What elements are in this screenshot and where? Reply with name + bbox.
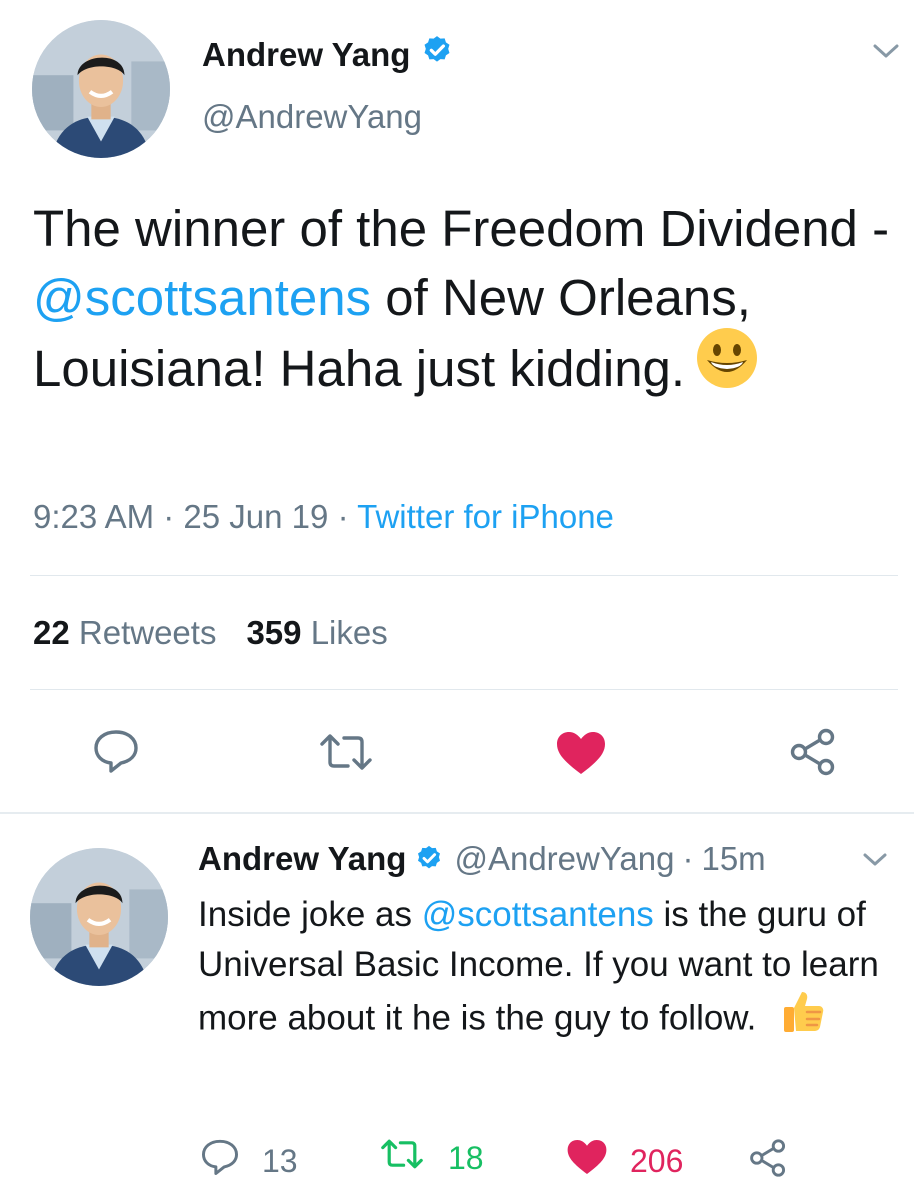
- reply-icon[interactable]: [92, 728, 140, 779]
- mention-link[interactable]: @scottsantens: [422, 895, 654, 934]
- reply-author-avatar[interactable]: [30, 848, 168, 986]
- tweet-metadata: 9:23 AM · 25 Jun 19 · Twitter for iPhone: [33, 498, 614, 536]
- reply-count: 13: [262, 1142, 298, 1179]
- divider: [30, 575, 898, 576]
- chevron-down-icon[interactable]: [862, 852, 888, 873]
- thumbs-up-icon: [780, 988, 826, 1048]
- retweet-label: Retweets: [78, 614, 217, 651]
- retweet-icon: [378, 1138, 426, 1178]
- reply-header: Andrew Yang @AndrewYang · 15m: [198, 840, 766, 878]
- share-icon: [748, 1138, 788, 1186]
- avatar-photo-icon: [32, 20, 170, 158]
- heart-icon: [566, 1138, 608, 1184]
- share-icon[interactable]: [788, 728, 838, 781]
- retweet-count: 18: [448, 1139, 484, 1176]
- tweet-text: The winner of the Freedom Dividend - @sc…: [33, 194, 893, 413]
- reply-reply-action[interactable]: 13: [200, 1138, 298, 1184]
- tweet-detail-page: Andrew Yang @AndrewYang The winner of th…: [0, 0, 914, 1200]
- reply-time[interactable]: 15m: [701, 840, 765, 878]
- author-name-row[interactable]: Andrew Yang: [202, 34, 454, 76]
- engagement-stats: 22 Retweets 359 Likes: [33, 614, 388, 652]
- separator-dot: ·: [163, 498, 184, 535]
- like-label: Likes: [310, 614, 388, 651]
- reply-like-action[interactable]: 206: [566, 1138, 683, 1184]
- reply-share-action[interactable]: [748, 1138, 788, 1186]
- reply-text-part: Inside joke as: [198, 895, 422, 934]
- avatar-photo-icon: [30, 848, 168, 986]
- like-count: 359: [246, 614, 302, 651]
- retweet-icon[interactable]: [316, 732, 376, 777]
- retweet-count: 22: [33, 614, 70, 651]
- author-handle[interactable]: @AndrewYang: [202, 98, 422, 136]
- reply-author-handle[interactable]: @AndrewYang: [454, 840, 674, 878]
- reply-retweet-action[interactable]: 18: [378, 1138, 484, 1178]
- verified-badge-icon: [414, 844, 444, 874]
- tweet-text-part: The winner of the Freedom Dividend -: [33, 200, 890, 257]
- chevron-down-icon[interactable]: [872, 42, 900, 65]
- likes-stat[interactable]: 359 Likes: [246, 614, 387, 651]
- mention-link[interactable]: @scottsantens: [33, 269, 371, 326]
- retweets-stat[interactable]: 22 Retweets: [33, 614, 216, 651]
- tweet-source-link[interactable]: Twitter for iPhone: [357, 498, 614, 535]
- separator-dot: ·: [682, 840, 694, 877]
- thread-separator: [0, 812, 914, 814]
- reply-author-name[interactable]: Andrew Yang: [198, 840, 406, 878]
- like-count: 206: [630, 1142, 684, 1179]
- divider: [30, 689, 898, 690]
- reply-text: Inside joke as @scottsantens is the guru…: [198, 890, 898, 1050]
- reply-icon: [200, 1138, 240, 1184]
- author-name[interactable]: Andrew Yang: [202, 36, 410, 74]
- grinning-face-icon: [695, 326, 759, 407]
- tweet-date: 25 Jun 19: [183, 498, 329, 535]
- separator-dot: ·: [337, 498, 358, 535]
- heart-icon[interactable]: [555, 730, 607, 781]
- tweet-time: 9:23 AM: [33, 498, 155, 535]
- author-avatar[interactable]: [32, 20, 170, 158]
- verified-badge-icon: [420, 34, 454, 76]
- main-tweet: Andrew Yang @AndrewYang The winner of th…: [0, 0, 914, 812]
